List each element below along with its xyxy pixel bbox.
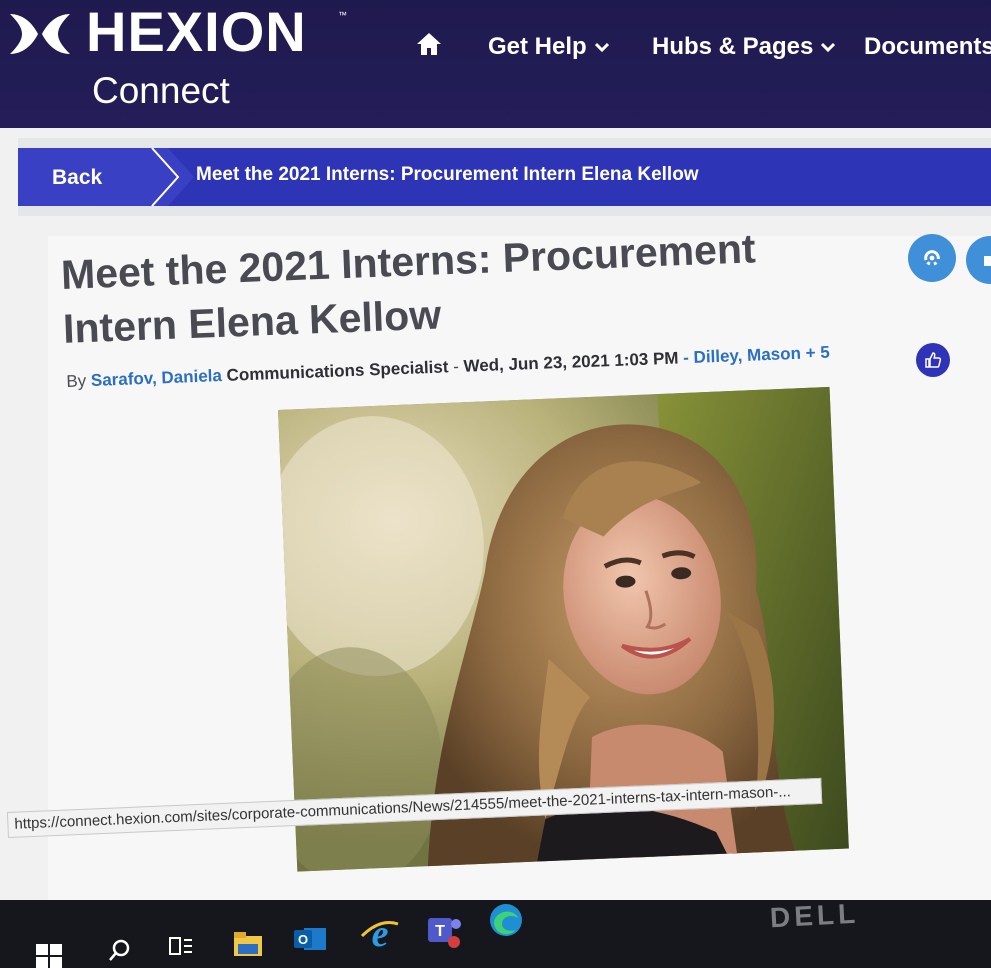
- file-explorer-icon[interactable]: [232, 930, 264, 958]
- dell-logo: DELL: [769, 897, 860, 934]
- nav-hubs-pages-label: Hubs & Pages: [652, 33, 814, 60]
- logo-subtitle: Connect: [92, 70, 230, 111]
- site-header: HEXION ™ Connect Get Help Hubs & Pages D…: [0, 0, 991, 128]
- chevron-down-icon: [821, 42, 836, 52]
- breadcrumb: Back Meet the 2021 Interns: Procurement …: [18, 148, 991, 206]
- task-view-icon[interactable]: [168, 934, 194, 958]
- back-button-label: Back: [52, 166, 103, 189]
- nav-hubs-pages[interactable]: Hubs & Pages: [652, 32, 836, 62]
- main-nav: Get Help Hubs & Pages Documents: [0, 26, 991, 66]
- windows-start-icon[interactable]: [36, 944, 62, 968]
- browser-viewport: HEXION ™ Connect Get Help Hubs & Pages D…: [0, 0, 991, 968]
- byline-prefix: By: [66, 371, 87, 391]
- nav-get-help[interactable]: Get Help: [488, 32, 609, 62]
- teams-icon[interactable]: T: [424, 912, 464, 950]
- search-icon[interactable]: [108, 938, 132, 962]
- svg-text:T: T: [435, 923, 445, 940]
- home-icon[interactable]: [416, 32, 442, 56]
- byline-separator-2: -: [678, 347, 694, 368]
- edge-icon[interactable]: [486, 900, 526, 940]
- nav-documents-label: Documents: [864, 33, 991, 60]
- nav-get-help-label: Get Help: [488, 33, 587, 60]
- svg-text:e: e: [372, 914, 389, 954]
- like-button[interactable]: [916, 343, 950, 377]
- follow-button[interactable]: [908, 234, 956, 282]
- breadcrumb-container: Back Meet the 2021 Interns: Procurement …: [18, 138, 991, 216]
- thumbs-up-icon: [925, 352, 942, 368]
- byline-separator: -: [448, 356, 464, 377]
- chevron-down-icon: [594, 42, 609, 52]
- svg-text:O: O: [298, 932, 308, 947]
- follow-icon: [924, 250, 940, 266]
- trademark-symbol: ™: [338, 10, 347, 20]
- breadcrumb-current: Meet the 2021 Interns: Procurement Inter…: [196, 164, 699, 185]
- likers-link[interactable]: Dilley, Mason + 5: [693, 343, 830, 367]
- internet-explorer-icon[interactable]: e: [360, 914, 400, 954]
- breadcrumb-separator-icon: [138, 148, 194, 206]
- author-link[interactable]: Sarafov, Daniela: [91, 366, 223, 390]
- outlook-icon[interactable]: O: [292, 924, 328, 954]
- nav-documents[interactable]: Documents: [864, 32, 991, 62]
- share-icon: [984, 256, 991, 266]
